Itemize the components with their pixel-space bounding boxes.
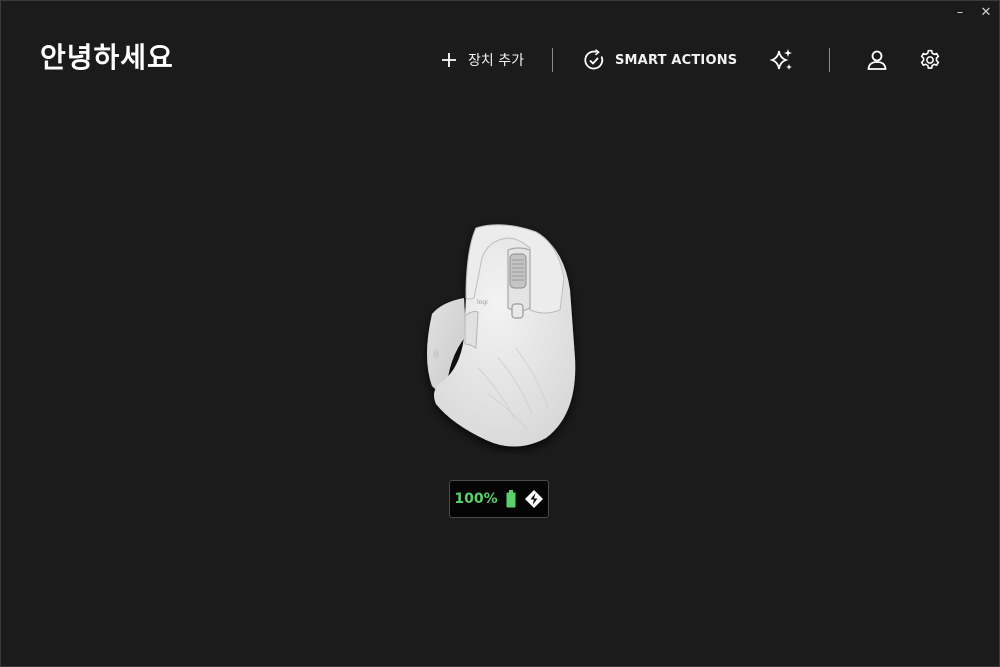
mouse-icon[interactable]: logi xyxy=(418,218,582,454)
logi-bolt-icon xyxy=(524,489,544,509)
check-circle-arrow-icon xyxy=(583,49,605,71)
smart-actions-label: SMART ACTIONS xyxy=(614,52,738,68)
user-icon[interactable] xyxy=(866,49,888,71)
add-device-button[interactable]: 장치 추가 xyxy=(440,50,524,70)
gear-icon[interactable] xyxy=(919,49,941,71)
sparkle-icon[interactable] xyxy=(769,47,795,73)
toolbar: 장치 추가 SMART ACTIONS xyxy=(440,44,941,76)
battery-icon xyxy=(506,490,516,508)
minimize-button[interactable]: – xyxy=(952,4,968,20)
plus-icon xyxy=(440,51,458,69)
window-controls: – ✕ xyxy=(952,4,994,20)
smart-actions-button[interactable]: SMART ACTIONS xyxy=(583,49,737,71)
battery-status: 100% xyxy=(449,480,549,518)
page-title: 안녕하세요 xyxy=(40,41,174,74)
toolbar-divider xyxy=(829,48,831,72)
add-device-label: 장치 추가 xyxy=(468,53,524,69)
close-button[interactable]: ✕ xyxy=(978,4,994,20)
battery-percentage: 100% xyxy=(454,491,498,507)
toolbar-divider xyxy=(551,48,553,72)
svg-text:logi: logi xyxy=(477,299,488,306)
